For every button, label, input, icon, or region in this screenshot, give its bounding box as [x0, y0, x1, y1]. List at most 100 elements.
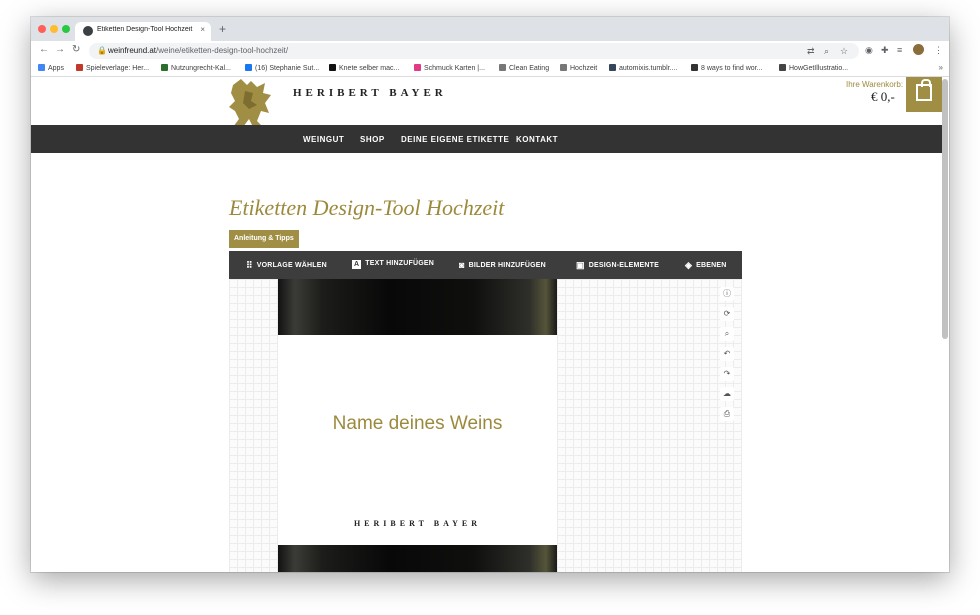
- web-page: HERIBERT BAYER Ihre Warenkorb: € 0,- WEI…: [31, 77, 949, 572]
- bookmark-icon: [691, 64, 698, 71]
- nav-item-kontakt[interactable]: KONTAKT: [516, 135, 558, 144]
- cart-amount: € 0,-: [871, 89, 895, 104]
- reset-icon[interactable]: ⟳: [720, 307, 734, 321]
- tab-title: Etiketten Design-Tool Hochzeit: [97, 26, 193, 33]
- bookmark-label: 8 ways to find wor...: [701, 65, 763, 72]
- image-icon: ▣: [576, 260, 585, 270]
- url-text[interactable]: weinfreund.at/weine/etiketten-design-too…: [108, 46, 288, 55]
- cart-button[interactable]: [906, 77, 942, 112]
- bookmark-item[interactable]: Apps: [38, 64, 64, 72]
- browser-window: Etiketten Design-Tool Hochzeit × + ← → ↻…: [31, 17, 949, 572]
- bookmark-icon: [161, 64, 168, 71]
- puzzle-icon[interactable]: ✚: [881, 45, 889, 56]
- browser-toolbar: ← → ↻ 🔒 weinfreund.at/weine/etiketten-de…: [31, 41, 949, 61]
- address-bar[interactable]: 🔒 weinfreund.at/weine/etiketten-design-t…: [89, 43, 859, 59]
- bookmark-icon: [609, 64, 616, 71]
- zoom-icon[interactable]: ⌕: [720, 327, 734, 341]
- maximize-window-button[interactable]: [62, 25, 70, 33]
- forward-icon[interactable]: →: [55, 44, 65, 55]
- tab-close-icon[interactable]: ×: [200, 25, 205, 34]
- shopping-bag-icon: [916, 79, 932, 101]
- add-text-button[interactable]: A TEXT HINZUFÜGEN: [352, 260, 434, 269]
- bookmark-label: Apps: [48, 65, 64, 72]
- bookmark-label: Hochzeit: [570, 65, 598, 72]
- page-scrollbar[interactable]: [942, 79, 948, 339]
- bookmark-label: Nutzungrecht-Kal...: [171, 65, 231, 72]
- star-icon[interactable]: ☆: [840, 46, 848, 57]
- close-window-button[interactable]: [38, 25, 46, 33]
- bookmark-item[interactable]: Spieleverlage: Her...: [76, 64, 149, 72]
- tab-strip: Etiketten Design-Tool Hochzeit × +: [31, 17, 949, 41]
- tips-button[interactable]: Anleitung & Tipps: [229, 230, 299, 248]
- undo-icon[interactable]: ↶: [720, 347, 734, 361]
- nav-item-etikette[interactable]: DEINE EIGENE ETIKETTE: [401, 135, 509, 144]
- minimize-window-button[interactable]: [50, 25, 58, 33]
- back-icon[interactable]: ←: [39, 44, 49, 55]
- bookmark-icon: [560, 64, 567, 71]
- bookmark-label: Clean Eating: [509, 65, 550, 72]
- bookmark-icon: [779, 64, 786, 71]
- url-host: weinfreund.at: [108, 46, 157, 55]
- bookmark-icon: [76, 64, 83, 71]
- add-images-button[interactable]: ◙ BILDER HINZUFÜGEN: [459, 260, 546, 270]
- reading-list-icon[interactable]: ≡: [897, 45, 902, 55]
- print-icon[interactable]: ⎙: [720, 407, 734, 421]
- grid-icon: ⠿: [246, 260, 253, 270]
- cart-label: Ihre Warenkorb:: [846, 80, 904, 89]
- bookmark-icon: [38, 64, 45, 71]
- design-canvas[interactable]: Name deines Weins HERIBERT BAYER ⓘ ⟳ ⌕ ↶ ↷ ☁ ⎙: [229, 279, 742, 572]
- wine-name-text[interactable]: Name deines Weins: [278, 413, 557, 435]
- save-cloud-icon[interactable]: ☁: [720, 387, 734, 401]
- bookmark-item[interactable]: Clean Eating: [499, 64, 549, 72]
- translate-icon[interactable]: ⇄: [807, 46, 815, 57]
- bookmark-label: Spieleverlage: Her...: [86, 65, 150, 72]
- menu-icon[interactable]: ⋮: [934, 45, 943, 56]
- bookmark-item[interactable]: Hochzeit: [560, 64, 597, 72]
- nav-item-weingut[interactable]: WEINGUT: [303, 135, 344, 144]
- main-nav: WEINGUT SHOP DEINE EIGENE ETIKETTE KONTA…: [31, 125, 942, 153]
- bookmark-item[interactable]: (16) Stephanie Sut...: [245, 64, 319, 72]
- nav-item-shop[interactable]: SHOP: [360, 135, 385, 144]
- bookmark-label: Schmuck Karten |...: [424, 65, 485, 72]
- tab-active[interactable]: Etiketten Design-Tool Hochzeit ×: [75, 22, 211, 41]
- bookmark-item[interactable]: 8 ways to find wor...: [691, 64, 762, 72]
- bookmark-item[interactable]: Nutzungrecht-Kal...: [161, 64, 231, 72]
- avatar[interactable]: [913, 44, 924, 55]
- design-elements-button[interactable]: ▣ DESIGN-ELEMENTE: [576, 260, 659, 271]
- bookmark-item[interactable]: Schmuck Karten |...: [414, 64, 485, 72]
- bookmark-item[interactable]: Knete selber mac...: [329, 64, 399, 72]
- add-text-label: TEXT HINZUFÜGEN: [365, 260, 434, 267]
- bookmark-item[interactable]: automixis.tumblr....: [609, 64, 677, 72]
- bookmark-item[interactable]: HowGetIllustratio...: [779, 64, 848, 72]
- lock-icon: 🔒: [97, 46, 107, 55]
- favicon-icon: [83, 26, 93, 36]
- template-button[interactable]: ⠿ VORLAGE WÄHLEN: [246, 260, 327, 271]
- bookmarks-bar: Apps Spieleverlage: Her... Nutzungrecht-Ka…: [31, 61, 949, 77]
- search-icon[interactable]: ⌕: [824, 46, 829, 57]
- template-label: VORLAGE WÄHLEN: [256, 262, 327, 269]
- extension-icon[interactable]: ◉: [865, 45, 873, 56]
- bookmark-icon: [245, 64, 252, 71]
- new-tab-button[interactable]: +: [219, 22, 226, 36]
- bookmark-icon: [414, 64, 421, 71]
- add-images-label: BILDER HINZUFÜGEN: [468, 262, 546, 269]
- bookmarks-more-button[interactable]: »: [939, 63, 943, 72]
- redo-icon[interactable]: ↷: [720, 367, 734, 381]
- label-brand-text[interactable]: HERIBERT BAYER: [278, 519, 557, 528]
- layers-label: EBENEN: [696, 262, 727, 269]
- bookmark-label: automixis.tumblr....: [619, 65, 678, 72]
- bookmark-label: HowGetIllustratio...: [789, 65, 849, 72]
- bookmark-label: Knete selber mac...: [339, 65, 400, 72]
- wine-label[interactable]: Name deines Weins HERIBERT BAYER: [278, 335, 557, 545]
- reload-icon[interactable]: ↻: [72, 44, 80, 55]
- designer-toolbar: ⠿ VORLAGE WÄHLEN A TEXT HINZUFÜGEN ◙ BILDER…: [229, 251, 742, 279]
- page-title: Etiketten Design-Tool Hochzeit: [229, 195, 505, 220]
- layers-icon: ◈: [685, 260, 693, 270]
- camera-icon: ◙: [459, 260, 465, 270]
- layers-button[interactable]: ◈ EBENEN: [685, 260, 727, 271]
- brand-name[interactable]: HERIBERT BAYER: [293, 87, 447, 99]
- url-path: /weine/etiketten-design-tool-hochzeit/: [156, 46, 289, 55]
- info-icon[interactable]: ⓘ: [720, 287, 734, 301]
- lion-logo-icon[interactable]: [227, 77, 275, 129]
- design-elements-label: DESIGN-ELEMENTE: [588, 262, 660, 269]
